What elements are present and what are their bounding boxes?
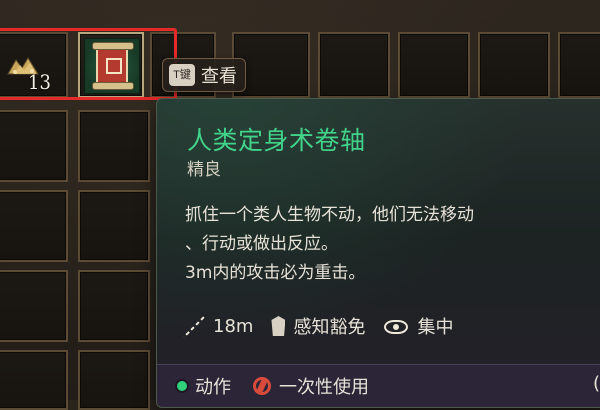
inventory-slot[interactable] bbox=[78, 110, 150, 182]
single-use: 一次性使用 bbox=[253, 373, 369, 399]
inventory-slot[interactable] bbox=[318, 32, 390, 98]
description-line: 3m内的攻击必为重击。 bbox=[185, 263, 366, 283]
action-dot-icon bbox=[177, 381, 187, 391]
tooltip-footer: 动作 一次性使用 ( bbox=[157, 364, 600, 407]
footer-right-partial: ( bbox=[592, 373, 600, 394]
save-value: 感知豁免 bbox=[293, 317, 366, 338]
inventory-slot[interactable] bbox=[78, 190, 150, 262]
action-type-label: 动作 bbox=[195, 377, 231, 398]
item-tooltip: 人类定身术卷轴 精良 抓住一个类人生物不动，他们无法移动 、行动或做出反应。 3… bbox=[156, 98, 600, 408]
concentration-value: 集中 bbox=[417, 317, 454, 338]
inspect-hint-label: 查看 bbox=[201, 66, 237, 87]
concentration-stat: 集中 bbox=[383, 313, 453, 339]
item-stats: 18m 感知豁免 集中 bbox=[183, 313, 453, 339]
inventory-slot[interactable] bbox=[0, 350, 68, 410]
range-stat: 18m bbox=[183, 315, 253, 337]
inspect-hint[interactable]: T键 查看 bbox=[162, 58, 246, 92]
description-line: 、行动或做出反应。 bbox=[185, 234, 338, 254]
inventory-slot[interactable] bbox=[0, 270, 68, 342]
inventory-slot[interactable] bbox=[78, 350, 150, 410]
inventory-slot[interactable] bbox=[558, 32, 600, 98]
range-value: 18m bbox=[213, 315, 254, 337]
inventory-slot[interactable] bbox=[478, 32, 550, 98]
item-rarity: 精良 bbox=[187, 160, 221, 180]
description-line: 抓住一个类人生物不动，他们无法移动 bbox=[185, 205, 474, 225]
action-type: 动作 bbox=[177, 373, 231, 399]
save-stat: 感知豁免 bbox=[271, 313, 365, 339]
inventory-slot[interactable] bbox=[0, 190, 68, 262]
single-use-label: 一次性使用 bbox=[279, 377, 369, 398]
inventory-slot[interactable] bbox=[78, 270, 150, 342]
save-icon bbox=[271, 316, 285, 336]
inventory-slot[interactable] bbox=[398, 32, 470, 98]
hotkey-t-icon: T键 bbox=[169, 64, 195, 86]
item-title: 人类定身术卷轴 bbox=[187, 126, 366, 155]
range-icon bbox=[183, 315, 205, 337]
inventory-slot[interactable] bbox=[0, 110, 68, 182]
selection-highlight-frame bbox=[0, 28, 177, 100]
item-description: 抓住一个类人生物不动，他们无法移动 、行动或做出反应。 3m内的攻击必为重击。 bbox=[185, 201, 595, 288]
tooltip-footer-row: 动作 一次性使用 bbox=[177, 373, 369, 399]
eye-icon bbox=[383, 317, 409, 335]
single-use-icon bbox=[253, 377, 271, 395]
